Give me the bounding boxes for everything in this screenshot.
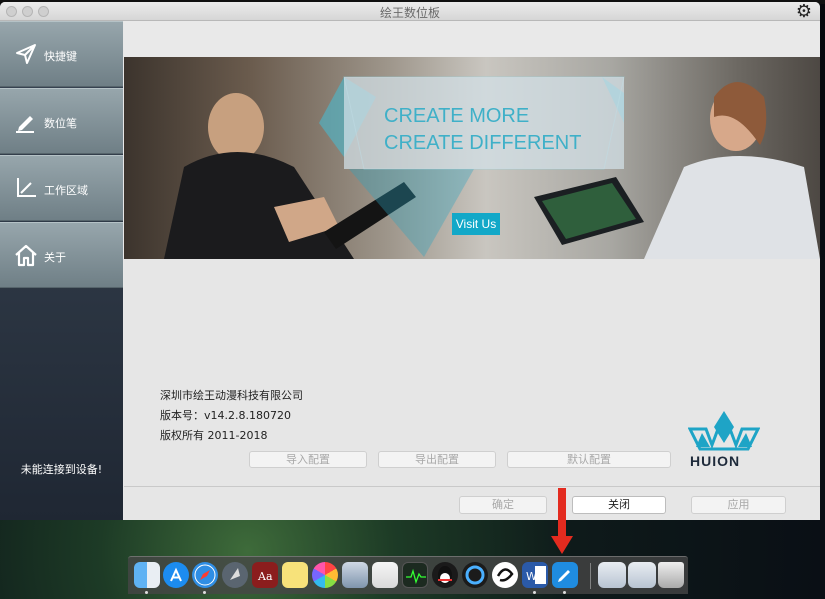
home-icon bbox=[15, 244, 37, 267]
company-name: 深圳市绘王动漫科技有限公司 bbox=[160, 389, 303, 402]
safari-icon[interactable] bbox=[192, 562, 218, 588]
dictionary-icon[interactable]: Aa bbox=[252, 562, 278, 588]
default-config-button[interactable]: 默认配置 bbox=[507, 451, 671, 468]
huion-tablet-icon[interactable] bbox=[552, 562, 578, 588]
sidebar-item-label: 快捷键 bbox=[44, 50, 77, 63]
app-store-icon[interactable] bbox=[163, 562, 189, 588]
sketch-app-icon[interactable] bbox=[492, 562, 518, 588]
send-arrow-icon bbox=[16, 44, 36, 64]
banner-headline: CREATE MORE CREATE DIFFERENT bbox=[384, 105, 582, 154]
svg-text:W: W bbox=[526, 570, 537, 583]
finder-icon[interactable] bbox=[134, 562, 160, 588]
screenshot-1-icon[interactable] bbox=[598, 562, 626, 588]
sidebar-item-label: 工作区域 bbox=[44, 184, 88, 197]
sidebar-item-pen[interactable]: 数位笔 bbox=[0, 88, 123, 154]
photos-icon[interactable] bbox=[312, 562, 338, 588]
visit-us-button[interactable]: Visit Us bbox=[452, 213, 500, 235]
export-config-button[interactable]: 导出配置 bbox=[378, 451, 496, 468]
sidebar-item-shortcuts[interactable]: 快捷键 bbox=[0, 21, 123, 87]
pen-icon bbox=[16, 116, 34, 133]
version-text: 版本号：v14.2.8.180720 bbox=[160, 409, 291, 422]
notes-icon[interactable] bbox=[282, 562, 308, 588]
promo-banner: CREATE MORE CREATE DIFFERENT Visit Us bbox=[124, 57, 820, 259]
sidebar-item-label: 数位笔 bbox=[44, 117, 77, 130]
activity-monitor-icon[interactable] bbox=[402, 562, 428, 588]
ok-button[interactable]: 确定 bbox=[459, 496, 547, 514]
import-config-button[interactable]: 导入配置 bbox=[249, 451, 367, 468]
trash-icon[interactable] bbox=[658, 562, 684, 588]
sidebar-item-work-area[interactable]: 工作区域 bbox=[0, 155, 123, 221]
device-status-text: 未能连接到设备! bbox=[20, 463, 103, 476]
textedit-icon[interactable] bbox=[372, 562, 398, 588]
qq-icon[interactable] bbox=[432, 562, 458, 588]
copyright-text: 版权所有 2011-2018 bbox=[160, 429, 268, 442]
word-icon[interactable]: W bbox=[522, 562, 548, 588]
about-panel: CREATE MORE CREATE DIFFERENT Visit Us 深圳… bbox=[124, 21, 820, 520]
svg-text:Aa: Aa bbox=[257, 570, 273, 583]
quicktime-icon[interactable] bbox=[462, 562, 488, 588]
preview-icon[interactable] bbox=[342, 562, 368, 588]
gear-icon[interactable]: ⚙ bbox=[794, 2, 814, 21]
sidebar-item-label: 关于 bbox=[44, 251, 66, 264]
sidebar: 快捷键 数位笔 工作区域 关于 未能连接到设备! bbox=[0, 21, 123, 520]
title-bar: 绘王数位板 ⚙ bbox=[0, 2, 820, 21]
close-button[interactable]: 关闭 bbox=[572, 496, 666, 514]
dock: Aa W bbox=[128, 556, 688, 594]
huion-brand-text: HUION bbox=[690, 453, 741, 469]
launchpad-icon[interactable] bbox=[222, 562, 248, 588]
app-window: 绘王数位板 ⚙ 快捷键 数位笔 工作区域 关于 未能连接到设备! CREATE … bbox=[0, 2, 820, 520]
area-corner-icon bbox=[17, 178, 36, 197]
window-title: 绘王数位板 bbox=[379, 6, 440, 20]
screenshot-2-icon[interactable] bbox=[628, 562, 656, 588]
sidebar-item-about[interactable]: 关于 bbox=[0, 222, 123, 288]
apply-button[interactable]: 应用 bbox=[691, 496, 786, 514]
red-arrow-annotation bbox=[551, 488, 573, 554]
